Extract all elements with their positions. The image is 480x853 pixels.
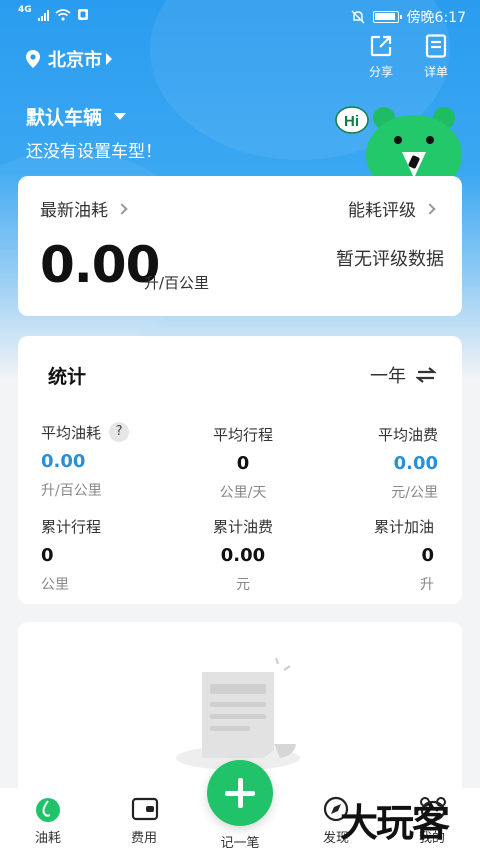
stat-avg-trip: 平均行程 0 公里/天 — [188, 424, 298, 502]
tab-expense[interactable]: 费用 — [109, 796, 179, 846]
vehicle-name: 默认车辆 — [26, 107, 103, 129]
stat-unit: 元/公里 — [391, 485, 438, 501]
vehicle-selector[interactable]: 默认车辆 — [26, 103, 127, 130]
stat-value: 0.00 — [393, 453, 438, 474]
tab-label: 费用 — [130, 831, 157, 846]
statistics-title: 统计 — [48, 366, 87, 388]
stat-total-distance: 累计行程 0 公里 — [41, 516, 101, 594]
mascot-bear-icon: Hi — [335, 106, 462, 180]
document-icon — [425, 34, 447, 58]
rating-empty-text: 暂无评级数据 — [336, 249, 444, 270]
stat-label: 累计加油 — [373, 518, 434, 536]
stat-value: 0 — [236, 453, 250, 474]
wifi-icon — [55, 8, 71, 21]
stat-unit: 公里 — [41, 577, 69, 593]
stat-unit: 公里/天 — [219, 485, 267, 501]
mute-bell-icon — [351, 10, 365, 24]
swap-icon — [416, 367, 436, 383]
stat-avg-cost: 平均油费 0.00 元/公里 — [378, 424, 438, 502]
stat-unit: 元 — [236, 577, 250, 593]
stat-total-refuel: 累计加油 0 升 — [374, 516, 434, 594]
stat-value: 0.00 — [220, 545, 266, 566]
fuel-summary-card: 最新油耗 能耗评级 0.00 升/百公里 暂无评级数据 — [18, 176, 462, 316]
detail-button[interactable]: 详单 — [416, 34, 456, 80]
droplet-icon — [35, 796, 61, 822]
stat-label: 累计行程 — [41, 518, 102, 536]
city-label: 北京市 — [48, 50, 102, 71]
stat-value: 0 — [421, 545, 434, 566]
latest-fuel-link[interactable]: 最新油耗 — [40, 196, 128, 221]
chevron-right-icon — [424, 203, 436, 215]
status-bar: 4G 傍晚6:17 — [0, 0, 480, 32]
stat-label: 平均行程 — [212, 426, 273, 444]
caret-right-icon — [106, 53, 112, 65]
stat-avg-fuel: 平均油耗? 0.00 升/百公里 — [41, 422, 130, 500]
dropdown-arrow-icon — [114, 113, 127, 120]
vehicle-subtitle[interactable]: 还没有设置车型！ — [26, 137, 162, 162]
statistics-card: 统计 一年 平均油耗? 0.00 升/百公里 平均行程 0 公里/天 平均油费 … — [18, 336, 462, 604]
tab-label: 油耗 — [34, 831, 61, 846]
help-icon[interactable]: ? — [109, 422, 130, 442]
stat-label: 累计油费 — [212, 518, 273, 536]
tab-fuel[interactable]: 油耗 — [13, 796, 83, 846]
share-icon — [370, 35, 392, 57]
latest-fuel-unit: 升/百公里 — [144, 274, 210, 292]
period-label: 一年 — [370, 366, 406, 387]
stat-value: 0 — [41, 545, 54, 566]
stat-label: 平均油耗 — [41, 424, 102, 442]
stat-value: 0.00 — [41, 451, 86, 472]
signal-icon — [37, 9, 49, 21]
location-pin-icon — [26, 50, 40, 68]
period-switch[interactable]: 一年 — [370, 362, 436, 388]
network-type: 4G — [18, 4, 32, 15]
share-button[interactable]: 分享 — [361, 34, 401, 80]
mascot-greeting: Hi — [344, 113, 359, 130]
shield-icon — [77, 9, 88, 20]
stat-unit: 升/百公里 — [41, 483, 102, 499]
stat-unit: 升 — [420, 577, 434, 593]
add-record-button[interactable] — [207, 760, 273, 826]
stat-label: 平均油费 — [377, 426, 438, 444]
latest-fuel-value: 0.00 — [40, 236, 160, 294]
latest-fuel-label: 最新油耗 — [40, 201, 108, 221]
energy-rating-label: 能耗评级 — [348, 201, 416, 221]
add-record-label: 记一笔 — [220, 836, 260, 851]
share-label: 分享 — [368, 65, 393, 79]
city-selector[interactable]: 北京市 — [26, 46, 112, 72]
energy-rating-link[interactable]: 能耗评级 — [348, 196, 436, 221]
detail-label: 详单 — [423, 65, 448, 79]
stat-total-cost: 累计油费 0.00 元 — [188, 516, 298, 594]
chevron-right-icon — [116, 203, 128, 215]
watermark-logo: 大玩客 — [340, 801, 450, 845]
status-time: 傍晚6:17 — [406, 10, 466, 26]
wallet-icon — [131, 796, 159, 822]
battery-icon — [372, 11, 402, 23]
